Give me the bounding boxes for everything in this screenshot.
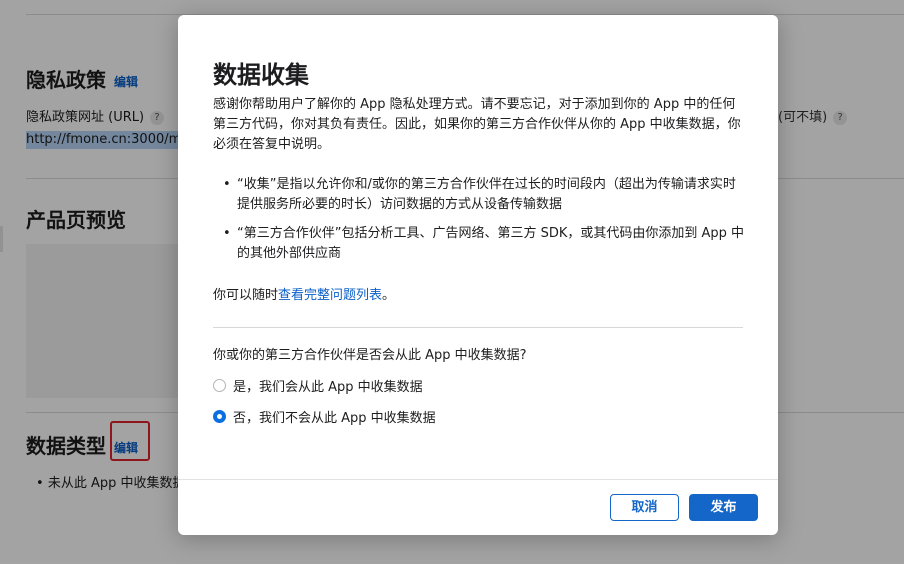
- more-info-line: 你可以随时查看完整问题列表。: [213, 286, 395, 306]
- bullet-dot: •: [223, 226, 231, 241]
- option-no-label[interactable]: 否，我们不会从此 App 中收集数据: [233, 407, 436, 426]
- data-collection-dialog: 数据收集 感谢你帮助用户了解你的 App 隐私处理方式。请不要忘记，对于添加到你…: [178, 15, 778, 535]
- radio-yes[interactable]: [213, 378, 226, 392]
- view-questions-link[interactable]: 查看完整问题列表: [278, 288, 382, 303]
- list-item-text: “收集”是指以允许你和/或你的第三方合作伙伴在过长的时间段内（超出为传输请求实时…: [237, 177, 736, 212]
- divider: [213, 327, 743, 328]
- definition-list: • “收集”是指以允许你和/或你的第三方合作伙伴在过长的时间段内（超出为传输请求…: [218, 175, 748, 273]
- footer-divider: [178, 479, 778, 480]
- publish-button[interactable]: 发布: [689, 494, 758, 521]
- list-item: • “收集”是指以允许你和/或你的第三方合作伙伴在过长的时间段内（超出为传输请求…: [218, 175, 748, 215]
- option-no[interactable]: 否，我们不会从此 App 中收集数据: [213, 407, 436, 426]
- bullet-dot: •: [223, 177, 231, 192]
- cancel-button[interactable]: 取消: [610, 494, 679, 521]
- list-item: • “第三方合作伙伴”包括分析工具、广告网络、第三方 SDK，或其代码由你添加到…: [218, 224, 748, 264]
- more-info-prefix: 你可以随时: [213, 288, 279, 303]
- option-yes-label[interactable]: 是，我们会从此 App 中收集数据: [233, 376, 423, 395]
- option-yes[interactable]: 是，我们会从此 App 中收集数据: [213, 376, 423, 395]
- dialog-title: 数据收集: [213, 61, 309, 89]
- more-info-suffix: 。: [382, 288, 396, 303]
- list-item-text: “第三方合作伙伴”包括分析工具、广告网络、第三方 SDK，或其代码由你添加到 A…: [237, 226, 745, 261]
- radio-no[interactable]: [213, 409, 226, 423]
- dialog-intro: 感谢你帮助用户了解你的 App 隐私处理方式。请不要忘记，对于添加到你的 App…: [213, 97, 741, 152]
- collection-question: 你或你的第三方合作伙伴是否会从此 App 中收集数据?: [213, 348, 527, 363]
